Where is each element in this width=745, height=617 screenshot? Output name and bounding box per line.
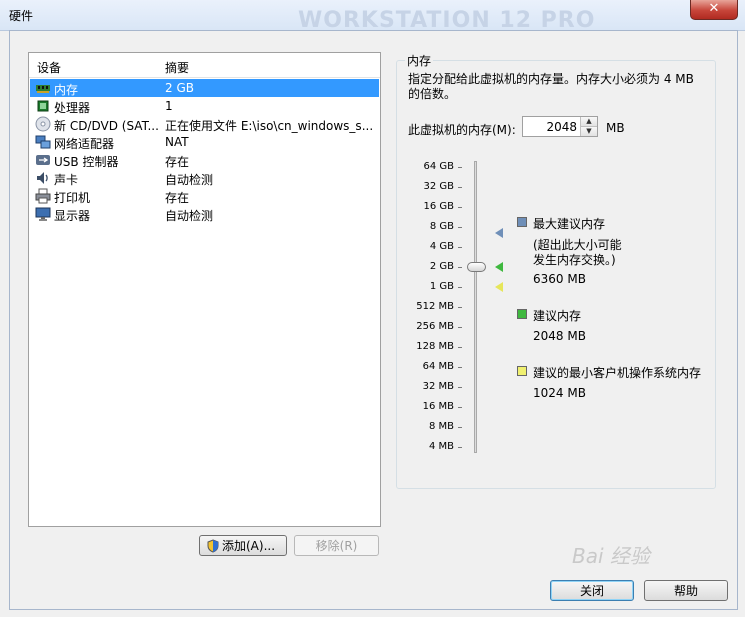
recommended-value: 2048 MB — [533, 329, 586, 343]
recommended-marker-icon — [495, 262, 503, 272]
remove-device-button[interactable]: 移除(R) — [294, 535, 379, 556]
scale-tick — [458, 347, 462, 348]
max-recommended-title: 最大建议内存 — [533, 217, 606, 231]
scale-label: 4 MB — [428, 441, 454, 452]
scale-tick — [458, 167, 462, 168]
sound-card-icon — [37, 172, 48, 184]
uac-shield-icon — [207, 539, 219, 553]
device-name: 内存 — [54, 83, 79, 97]
device-row-printer[interactable]: 打印机 存在 — [30, 187, 379, 205]
min-guest-legend-icon — [517, 366, 527, 376]
device-row-display[interactable]: 显示器 自动检测 — [30, 205, 379, 223]
device-summary: 存在 — [165, 191, 190, 205]
column-header-device[interactable]: 设备 — [37, 59, 61, 76]
window-title: 硬件 — [9, 9, 34, 23]
device-list[interactable]: 设备 摘要 内存 2 GB 处理器 1 新 CD/DVD (SAT... 正在使… — [28, 52, 381, 527]
memory-description: 指定分配给此虚拟机的内存量。内存大小必须为 4 MB 的倍数。 — [408, 72, 694, 101]
scale-tick — [458, 427, 462, 428]
max-recommended-marker-icon — [495, 228, 503, 238]
scale-tick — [458, 307, 462, 308]
device-row-usb-controller[interactable]: USB 控制器 存在 — [30, 151, 379, 169]
min-guest-title: 建议的最小客户机操作系统内存 — [533, 366, 702, 380]
max-recommended-value: 6360 MB — [533, 272, 586, 286]
add-button-label: 添加(A)... — [222, 539, 276, 553]
scale-label: 64 GB — [423, 161, 454, 172]
cd-dvd-icon — [35, 116, 51, 132]
memory-unit-label: MB — [606, 121, 625, 135]
help-button[interactable]: 帮助 — [644, 580, 728, 601]
add-device-button[interactable]: 添加(A)... — [199, 535, 287, 556]
device-row-cd-dvd[interactable]: 新 CD/DVD (SAT... 正在使用文件 E:\iso\cn_window… — [30, 115, 379, 133]
scale-label: 2 GB — [429, 261, 454, 272]
scale-label: 4 GB — [429, 241, 454, 252]
device-name: 新 CD/DVD (SAT... — [54, 119, 159, 133]
max-recommended-legend-icon — [517, 217, 527, 227]
scale-tick — [458, 287, 462, 288]
title-bar: 硬件 WORKSTATION 12 PRO ✕ — [0, 0, 745, 33]
device-row-network-adapter[interactable]: 网络适配器 NAT — [30, 133, 379, 151]
scale-label: 512 MB — [416, 301, 454, 312]
scale-label: 1 GB — [429, 281, 454, 292]
recommended-legend-icon — [517, 309, 527, 319]
device-name: 处理器 — [54, 101, 91, 115]
device-summary: 1 — [165, 99, 173, 113]
scale-tick — [458, 387, 462, 388]
device-name: 打印机 — [54, 191, 91, 205]
usb-icon — [36, 155, 50, 165]
close-button[interactable]: 关闭 — [550, 580, 634, 601]
scale-label: 64 MB — [422, 361, 454, 372]
scale-label: 256 MB — [416, 321, 454, 332]
device-summary: 2 GB — [165, 81, 194, 95]
printer-icon — [35, 188, 51, 204]
device-name: 声卡 — [54, 173, 79, 187]
device-summary: 存在 — [165, 155, 190, 169]
device-summary: 自动检测 — [165, 209, 214, 223]
scale-tick — [458, 187, 462, 188]
scale-label: 8 GB — [429, 221, 454, 232]
recommended-title: 建议内存 — [533, 309, 582, 323]
processor-icon — [37, 100, 49, 112]
device-summary: NAT — [165, 135, 189, 149]
baidu-watermark: Bai 经验 — [572, 544, 650, 568]
scale-tick — [458, 407, 462, 408]
header-divider — [29, 77, 380, 78]
device-name: 显示器 — [54, 209, 91, 223]
scale-tick — [458, 367, 462, 368]
memory-group-title: 内存 — [405, 52, 434, 69]
column-header-summary[interactable]: 摘要 — [165, 59, 189, 76]
min-guest-marker-icon — [495, 282, 503, 292]
display-icon — [35, 207, 51, 221]
memory-size-spinner[interactable]: 2048 ▲ ▼ — [522, 116, 598, 137]
scale-label: 8 MB — [428, 421, 454, 432]
scale-tick — [458, 247, 462, 248]
memory-icon — [36, 85, 50, 93]
scale-label: 128 MB — [416, 341, 454, 352]
memory-slider-track[interactable] — [474, 161, 477, 453]
window-close-button[interactable]: ✕ — [690, 0, 738, 20]
device-row-processor[interactable]: 处理器 1 — [30, 97, 379, 115]
device-row-sound-card[interactable]: 声卡 自动检测 — [30, 169, 379, 187]
memory-slider-thumb[interactable] — [467, 262, 486, 272]
device-name: USB 控制器 — [54, 155, 119, 169]
scale-tick — [458, 327, 462, 328]
device-summary: 自动检测 — [165, 173, 214, 187]
spin-up-arrow-icon[interactable]: ▲ — [580, 117, 597, 127]
scale-tick — [458, 227, 462, 228]
scale-label: 32 GB — [423, 181, 454, 192]
scale-tick — [458, 267, 462, 268]
scale-tick — [458, 207, 462, 208]
scale-label: 16 GB — [423, 201, 454, 212]
device-summary: 正在使用文件 E:\iso\cn_windows_s... — [165, 119, 374, 133]
scale-tick — [458, 447, 462, 448]
max-recommended-note: 发生内存交换。) — [533, 253, 616, 267]
device-row-memory[interactable]: 内存 2 GB — [30, 79, 379, 97]
device-name: 网络适配器 — [54, 137, 115, 151]
scale-label: 32 MB — [422, 381, 454, 392]
network-adapter-icon — [35, 135, 51, 149]
memory-size-label: 此虚拟机的内存(M): — [408, 123, 516, 137]
memory-size-value[interactable]: 2048 — [546, 120, 577, 134]
spin-down-arrow-icon[interactable]: ▼ — [580, 127, 597, 136]
min-guest-value: 1024 MB — [533, 386, 586, 400]
scale-label: 16 MB — [422, 401, 454, 412]
